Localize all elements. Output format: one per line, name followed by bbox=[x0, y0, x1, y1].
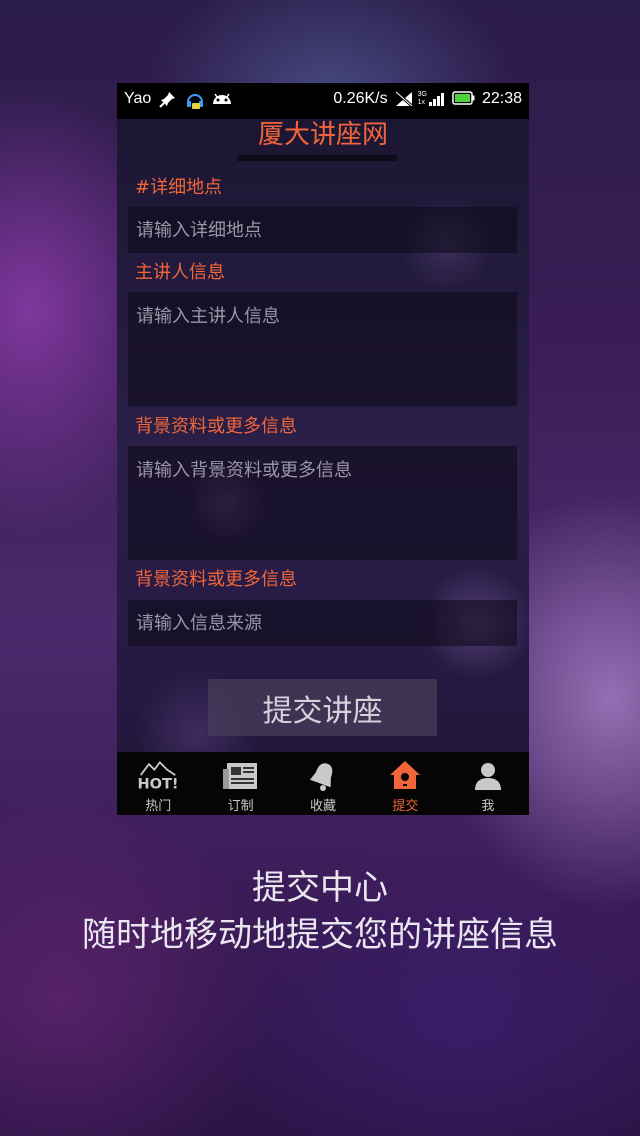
nav-label-favorites: 收藏 bbox=[310, 799, 337, 814]
headset-icon bbox=[185, 90, 204, 109]
nav-label-submit: 提交 bbox=[392, 799, 419, 814]
birdhouse-icon bbox=[385, 759, 425, 793]
location-input[interactable] bbox=[128, 207, 517, 253]
submit-lecture-button[interactable]: 提交讲座 bbox=[208, 679, 437, 736]
android-icon bbox=[211, 90, 232, 108]
nav-label-hot: 热门 bbox=[145, 799, 172, 814]
newspaper-icon bbox=[221, 759, 261, 793]
caption-subtitle: 随时地移动地提交您的讲座信息 bbox=[82, 915, 558, 955]
clock: 22:38 bbox=[481, 90, 522, 107]
nav-item-hot[interactable]: HOT! 热门 bbox=[117, 752, 199, 815]
nav-item-me[interactable]: 我 bbox=[447, 752, 529, 815]
nav-item-subscribe[interactable]: 订制 bbox=[199, 752, 281, 815]
status-bar-left: Yao bbox=[124, 90, 232, 109]
network-type: 3G 1x bbox=[418, 91, 446, 107]
bottom-nav: HOT! 热门 订制 收藏 提交 我 bbox=[117, 752, 529, 815]
background-input[interactable] bbox=[128, 446, 517, 560]
phone-screen: Yao 0.26K/s 3G 1x 22:38 厦大讲座网 #详细地点 请输入详… bbox=[117, 83, 529, 815]
network-type-bottom: 1x bbox=[417, 99, 426, 106]
nav-label-me: 我 bbox=[481, 799, 495, 814]
network-type-top: 3G bbox=[417, 91, 427, 98]
signal-bars-icon bbox=[428, 93, 444, 106]
page-title: 厦大讲座网 bbox=[257, 120, 388, 150]
hot-icon: HOT! bbox=[138, 759, 178, 793]
nav-label-subscribe: 订制 bbox=[227, 799, 254, 814]
bell-icon bbox=[303, 759, 343, 793]
speaker-label: 主讲人信息 bbox=[135, 262, 225, 283]
caption-title: 提交中心 bbox=[252, 868, 388, 908]
title-underline bbox=[237, 155, 397, 161]
pin-icon bbox=[159, 90, 177, 108]
hot-badge-text: HOT! bbox=[138, 777, 178, 793]
nav-item-submit[interactable]: 提交 bbox=[364, 752, 446, 815]
speaker-input[interactable] bbox=[128, 292, 517, 406]
status-bar-right: 0.26K/s 3G 1x 22:38 bbox=[333, 90, 522, 108]
source-label: 背景资料或更多信息 bbox=[135, 569, 297, 590]
battery-icon bbox=[452, 90, 476, 108]
carrier-label: Yao bbox=[124, 90, 152, 107]
nav-item-favorites[interactable]: 收藏 bbox=[282, 752, 364, 815]
background-label: 背景资料或更多信息 bbox=[135, 416, 297, 437]
source-input[interactable] bbox=[128, 600, 517, 646]
location-label: #详细地点 bbox=[135, 177, 223, 198]
network-speed: 0.26K/s bbox=[333, 90, 388, 107]
status-bar: Yao 0.26K/s 3G 1x 22:38 bbox=[117, 83, 529, 119]
person-icon bbox=[468, 759, 508, 793]
signal-muted-icon bbox=[394, 90, 413, 108]
